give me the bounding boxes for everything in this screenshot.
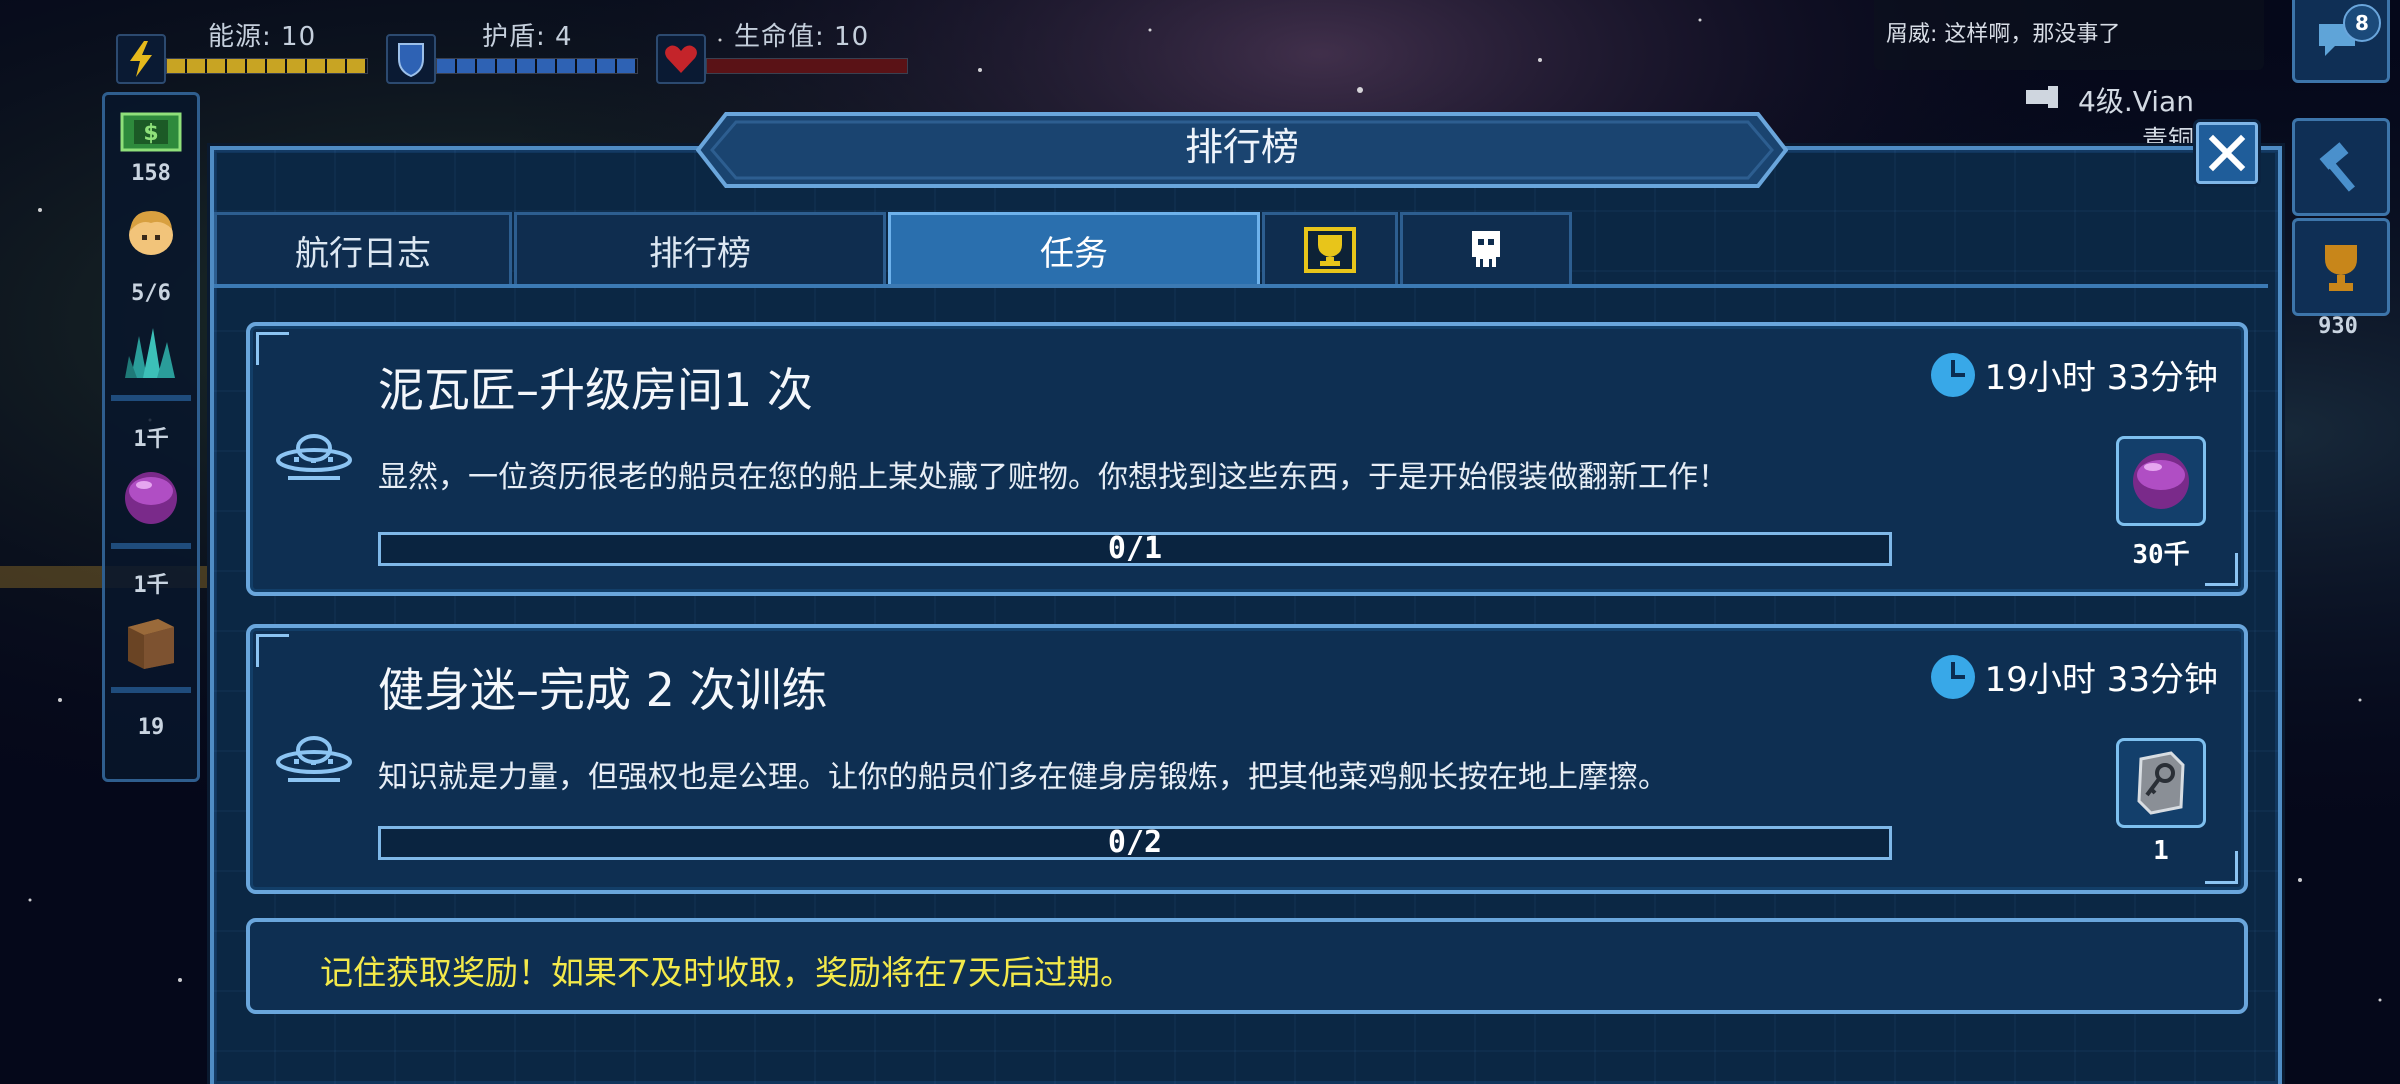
hp-bar (706, 58, 908, 74)
quest-reward[interactable] (2116, 738, 2206, 828)
card-corner (256, 332, 289, 365)
player-rank-icon (2026, 86, 2058, 108)
resource-divider (111, 543, 191, 549)
supply-crate-icon (128, 619, 174, 669)
crew-head-icon (129, 211, 173, 255)
tab-underline (214, 284, 2268, 288)
energy-bar (166, 58, 368, 74)
shield-bar-fill (437, 59, 637, 73)
svg-text:$: $ (143, 121, 158, 146)
dollar-bill-icon: $ (120, 112, 182, 152)
chat-message: 屑威: 这样啊，那没事了 (1886, 22, 2121, 47)
key-card-icon (2137, 751, 2185, 815)
hp-hud-icon (656, 34, 706, 84)
crew-capacity: 5/6 (131, 281, 171, 306)
tab-voyage-log[interactable]: 航行日志 (214, 212, 512, 288)
quest-progress-text: 0/1 (1107, 531, 1163, 566)
quest-progress-text: 0/2 (1107, 825, 1163, 860)
quest-reward[interactable] (2116, 436, 2206, 526)
clock-icon (1930, 654, 1975, 699)
crew-resource[interactable] (119, 203, 183, 261)
mineral-resource[interactable] (119, 323, 183, 381)
quest-timer: 19小时 33分钟 (1930, 350, 2218, 399)
credits-resource[interactable]: $ (119, 103, 183, 161)
tab-profile[interactable] (1400, 212, 1572, 288)
heart-icon (665, 45, 697, 73)
quest-title: 泥瓦匠–升级房间1 次 (378, 363, 813, 417)
mineral-count: 1千 (133, 427, 169, 452)
trophy-icon (2325, 245, 2357, 291)
ufo-icon (276, 434, 352, 480)
quest-timer: 19小时 33分钟 (1930, 652, 2218, 701)
crew-count: 158 (131, 161, 171, 186)
ufo-icon (276, 736, 352, 782)
clock-icon (1930, 352, 1975, 397)
energy-bar-fill (167, 59, 367, 73)
close-icon (2208, 134, 2246, 172)
gas-count: 1千 (133, 573, 169, 598)
shield-icon (398, 43, 424, 77)
reward-expiry-notice: 记住获取奖励！如果不及时收取，奖励将在7天后过期。 (246, 918, 2248, 1014)
quest-description: 显然，一位资历很老的船员在您的船上某处藏了赃物。你想找到这些东西，于是开始假装做… (378, 460, 1728, 495)
shield-hud-icon (386, 34, 436, 84)
resource-column: $ 158 5/6 1千 1千 19 (102, 92, 200, 782)
quest-reward-amount: 1 (2153, 836, 2169, 866)
energy-label: 能源: 10 (208, 22, 317, 52)
purple-gas-orb-icon (2133, 453, 2189, 509)
close-button[interactable] (2196, 122, 2258, 184)
tab-trophy[interactable] (1262, 212, 1398, 288)
lightning-icon (130, 41, 152, 77)
notice-text: 记住获取奖励！如果不及时收取，奖励将在7天后过期。 (320, 953, 1133, 992)
quest-title: 健身迷–完成 2 次训练 (378, 663, 828, 717)
tab-missions[interactable]: 任务 (888, 212, 1260, 288)
gas-resource[interactable] (119, 469, 183, 527)
quest-card: 健身迷–完成 2 次训练 知识就是力量，但强权也是公理。让你的船员们多在健身房锻… (246, 624, 2248, 894)
tab-leaderboard[interactable]: 排行榜 (514, 212, 886, 288)
hp-label: 生命值: 10 (734, 22, 870, 52)
shield-bar (436, 58, 638, 74)
chat-preview[interactable]: 屑威: 这样啊，那没事了 (1874, 0, 2264, 70)
trophy-icon (1304, 227, 1356, 273)
shield-label: 护盾: 4 (482, 22, 573, 52)
quest-card: 泥瓦匠–升级房间1 次 显然，一位资历很老的船员在您的船上某处藏了赃物。你想找到… (246, 322, 2248, 596)
mineral-crystal-icon (125, 328, 175, 378)
quest-time-left: 19小时 33分钟 (1984, 660, 2218, 700)
panel-title: 排行榜 (1184, 125, 1299, 169)
hammer-icon (2319, 142, 2355, 192)
skull-icon (1472, 231, 1500, 267)
energy-hud-icon (116, 34, 166, 84)
player-level-name: 4级.Vian (2078, 85, 2194, 118)
quest-description: 知识就是力量，但强权也是公理。让你的船员们多在健身房锻炼，把其他菜鸡舰长按在地上… (378, 760, 1668, 795)
build-button[interactable] (2292, 118, 2390, 216)
quest-reward-amount: 30千 (2132, 540, 2190, 570)
gas-orb-icon (125, 472, 177, 524)
supply-resource[interactable] (119, 613, 183, 671)
trophy-count: 930 (2318, 314, 2358, 339)
chat-unread-badge: 8 (2343, 4, 2381, 42)
quest-time-left: 19小时 33分钟 (1984, 358, 2218, 398)
resource-divider (111, 687, 191, 693)
resource-divider (111, 395, 191, 401)
chat-button[interactable]: 8 (2292, 0, 2390, 83)
supply-count: 19 (137, 715, 165, 740)
card-corner (256, 634, 289, 667)
trophy-button[interactable] (2292, 218, 2390, 316)
